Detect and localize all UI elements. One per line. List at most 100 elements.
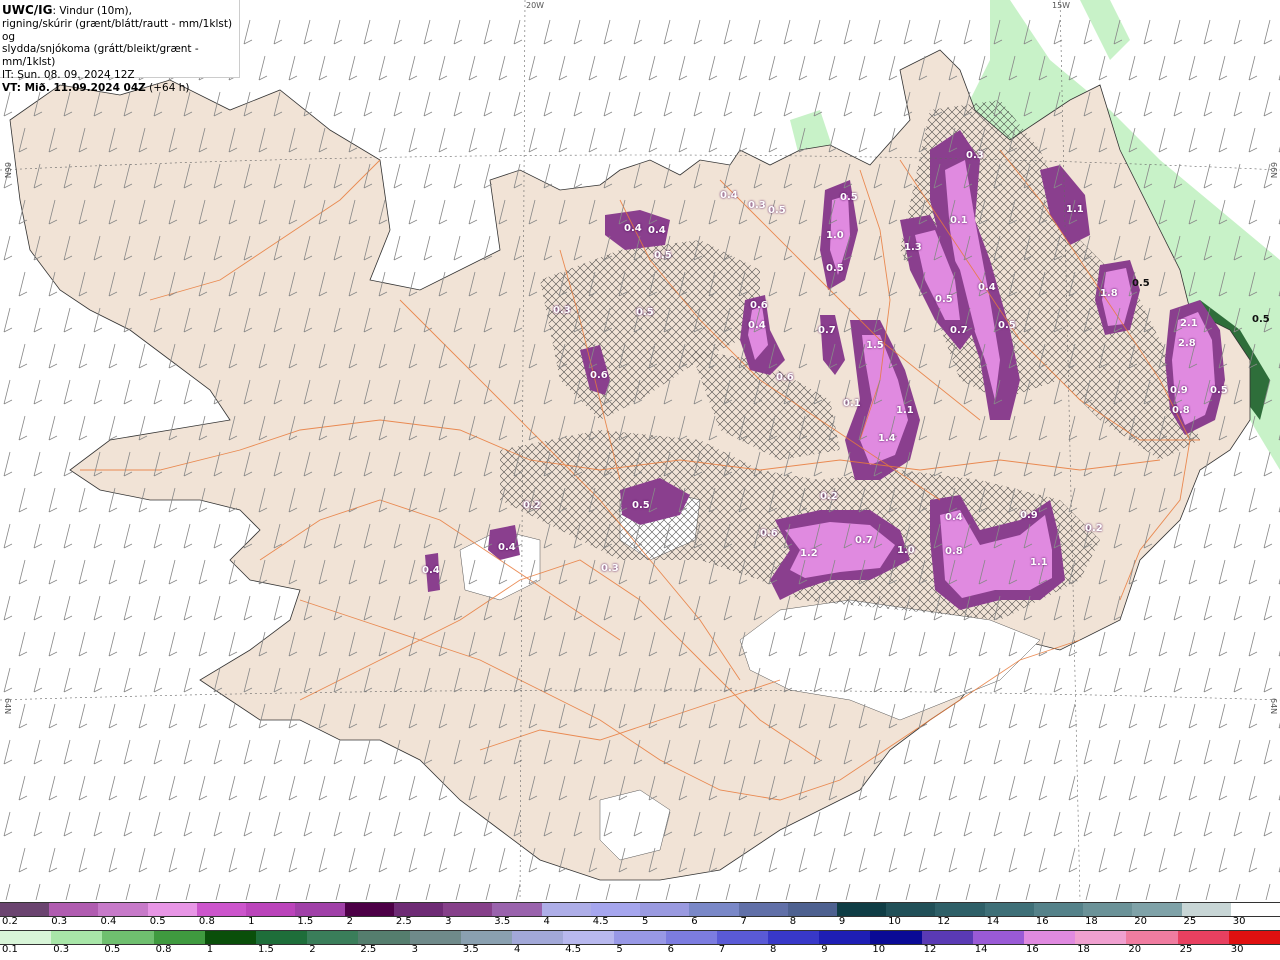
- legend_snow-swatch: [935, 903, 985, 916]
- legend_rain-label: 0.1: [2, 944, 18, 955]
- precip-value: 0.3: [748, 200, 766, 211]
- precip-value: 1.1: [896, 405, 914, 416]
- precip-value: 0.7: [855, 535, 873, 546]
- legend_snow-swatch: [98, 903, 148, 916]
- precip-value: 0.5: [654, 250, 672, 261]
- legend_rain-label: 4: [514, 944, 521, 955]
- legend_snow-label: 5: [642, 916, 649, 927]
- precip-value: 0.3: [553, 305, 571, 316]
- precip-value: 1.4: [878, 433, 896, 444]
- precip-value: 0.4: [748, 320, 766, 331]
- precip-value: 1.2: [800, 548, 818, 559]
- lead-time: (+64 h): [149, 81, 190, 94]
- legend_rain-label: 18: [1077, 944, 1090, 955]
- precip-value: 0.6: [760, 528, 778, 539]
- init-time: IT: Sun. 08. 09. 2024 12Z: [2, 68, 135, 81]
- legend_snow-swatch: [196, 903, 247, 916]
- legend_snow-swatch: [49, 903, 99, 916]
- precip-value: 0.5: [636, 307, 654, 318]
- legend_snow-swatch: [836, 903, 887, 916]
- legend_snow-swatch: [492, 903, 542, 916]
- valid-time: VT: Mið. 11.09.2024 04Z: [2, 81, 146, 94]
- precip-value: 1.5: [866, 340, 884, 351]
- legend_rain-label: 20: [1128, 944, 1142, 955]
- legend_rain-swatch: [409, 931, 461, 944]
- legend_rain-swatch: [1177, 931, 1229, 944]
- legend_rain-swatch: [972, 931, 1025, 944]
- legend_snow-label: 7: [740, 916, 747, 927]
- precip-value: 0.7: [950, 325, 968, 336]
- legend_rain-swatch: [1024, 931, 1076, 944]
- legend_snow-swatch: [1181, 903, 1231, 916]
- legend_rain-swatch: [153, 931, 205, 944]
- lat-label-66n-right: 66N: [1269, 162, 1278, 179]
- precip-value: 0.4: [945, 512, 963, 523]
- legend-snow-labels: 0.2 0.3 0.4 0.5 0.8 1 1.5 2 2.5 3 3.5 4 4.5 5 6 7 8 9 10 12…: [0, 916, 1280, 930]
- legend_snow-label: 20: [1134, 916, 1148, 927]
- precip-value: 0.8: [1172, 405, 1190, 416]
- legend_rain-swatch: [358, 931, 410, 944]
- legend_snow-swatch: [886, 903, 936, 916]
- map-header: UWC/IG: Vindur (10m), rigning/skúrir (gr…: [0, 0, 240, 94]
- legend_rain-label: 25: [1179, 944, 1193, 955]
- precip-value: 0.5: [998, 320, 1016, 331]
- legend_rain-label: 12: [923, 944, 937, 955]
- legend_rain-label: 3: [411, 944, 418, 955]
- legend_snow-label: 16: [1035, 916, 1049, 927]
- legend_rain-label: 2: [309, 944, 316, 955]
- legend_rain-label: 2.5: [360, 944, 377, 955]
- legend_rain-label: 0.5: [104, 944, 121, 955]
- legend_snow-label: 10: [888, 916, 901, 927]
- legend_snow-swatch: [541, 903, 591, 916]
- legend_snow-swatch: [295, 903, 345, 916]
- legend_snow-swatch: [1033, 903, 1084, 916]
- legend-rain-labels: 0.1 0.3 0.5 0.8 1 1.5 2 2.5 3 3.5 4 4.5 5 6 7 8 9 10 12 14 1…: [0, 944, 1280, 958]
- precip-value: 0.2: [523, 500, 541, 511]
- legend_snow-label: 30: [1232, 916, 1246, 927]
- legend_rain-label: 10: [872, 944, 886, 955]
- precip-value: 0.4: [648, 225, 666, 236]
- precip-value: 0.1: [950, 215, 968, 226]
- precip-value: 0.5: [1210, 385, 1228, 396]
- header-title-rest: : Vindur (10m),: [52, 5, 132, 17]
- legend_snow-label: 4: [543, 916, 550, 927]
- model-title: UWC/IG: [2, 3, 53, 17]
- legend_rain-swatch: [614, 931, 666, 944]
- precip-value: 2.1: [1180, 318, 1198, 329]
- legend_rain-swatch: [0, 931, 52, 944]
- legend-snow-bar: [0, 902, 1280, 917]
- precip-value: 0.2: [1085, 523, 1103, 534]
- precip-value: 0.5: [840, 192, 858, 203]
- precip-value: 0.4: [720, 190, 738, 201]
- legend_snow-label: 9: [838, 916, 846, 927]
- legend_rain-label: 1: [206, 944, 214, 955]
- legend_rain-swatch: [51, 931, 103, 944]
- legend_snow-label: 3: [445, 916, 452, 927]
- legend_snow-label: 4.5: [592, 916, 609, 927]
- legend_rain-swatch: [716, 931, 769, 944]
- legend_snow-swatch: [344, 903, 394, 916]
- legend_rain-swatch: [512, 931, 564, 944]
- legend_snow-label: 14: [986, 916, 1000, 927]
- precip-value: 0.5: [935, 294, 953, 305]
- precip-value: 0.5: [1132, 278, 1150, 289]
- precip-value: 0.4: [498, 542, 516, 553]
- legend_snow-label: 0.2: [2, 916, 18, 927]
- precip-value: 1.0: [826, 230, 844, 241]
- precip-value: 0.5: [768, 205, 786, 216]
- precip-value: 0.7: [818, 325, 836, 336]
- precip-value: 0.6: [776, 372, 794, 383]
- precip-value: 0.6: [590, 370, 608, 381]
- legend_snow-label: 0.5: [149, 916, 166, 927]
- legend_rain-swatch: [1075, 931, 1127, 944]
- weather-map: [0, 0, 1280, 900]
- legend-rain-bar: [0, 930, 1280, 945]
- legend_snow-swatch: [443, 903, 493, 916]
- legend_snow-swatch: [1083, 903, 1133, 916]
- lon-label-20w: 20W: [526, 1, 545, 10]
- legend_rain-swatch: [921, 931, 973, 944]
- legend-snow: 0.2 0.3 0.4 0.5 0.8 1 1.5 2 2.5 3 3.5 4 4.5 5 6 7 8 9 10 12…: [0, 902, 1280, 932]
- lat-label-66n-left: 66N: [3, 162, 12, 179]
- legend_rain-swatch: [819, 931, 871, 944]
- header-line-rain: rigning/skúrir (grænt/blátt/rautt - mm/1…: [2, 17, 233, 43]
